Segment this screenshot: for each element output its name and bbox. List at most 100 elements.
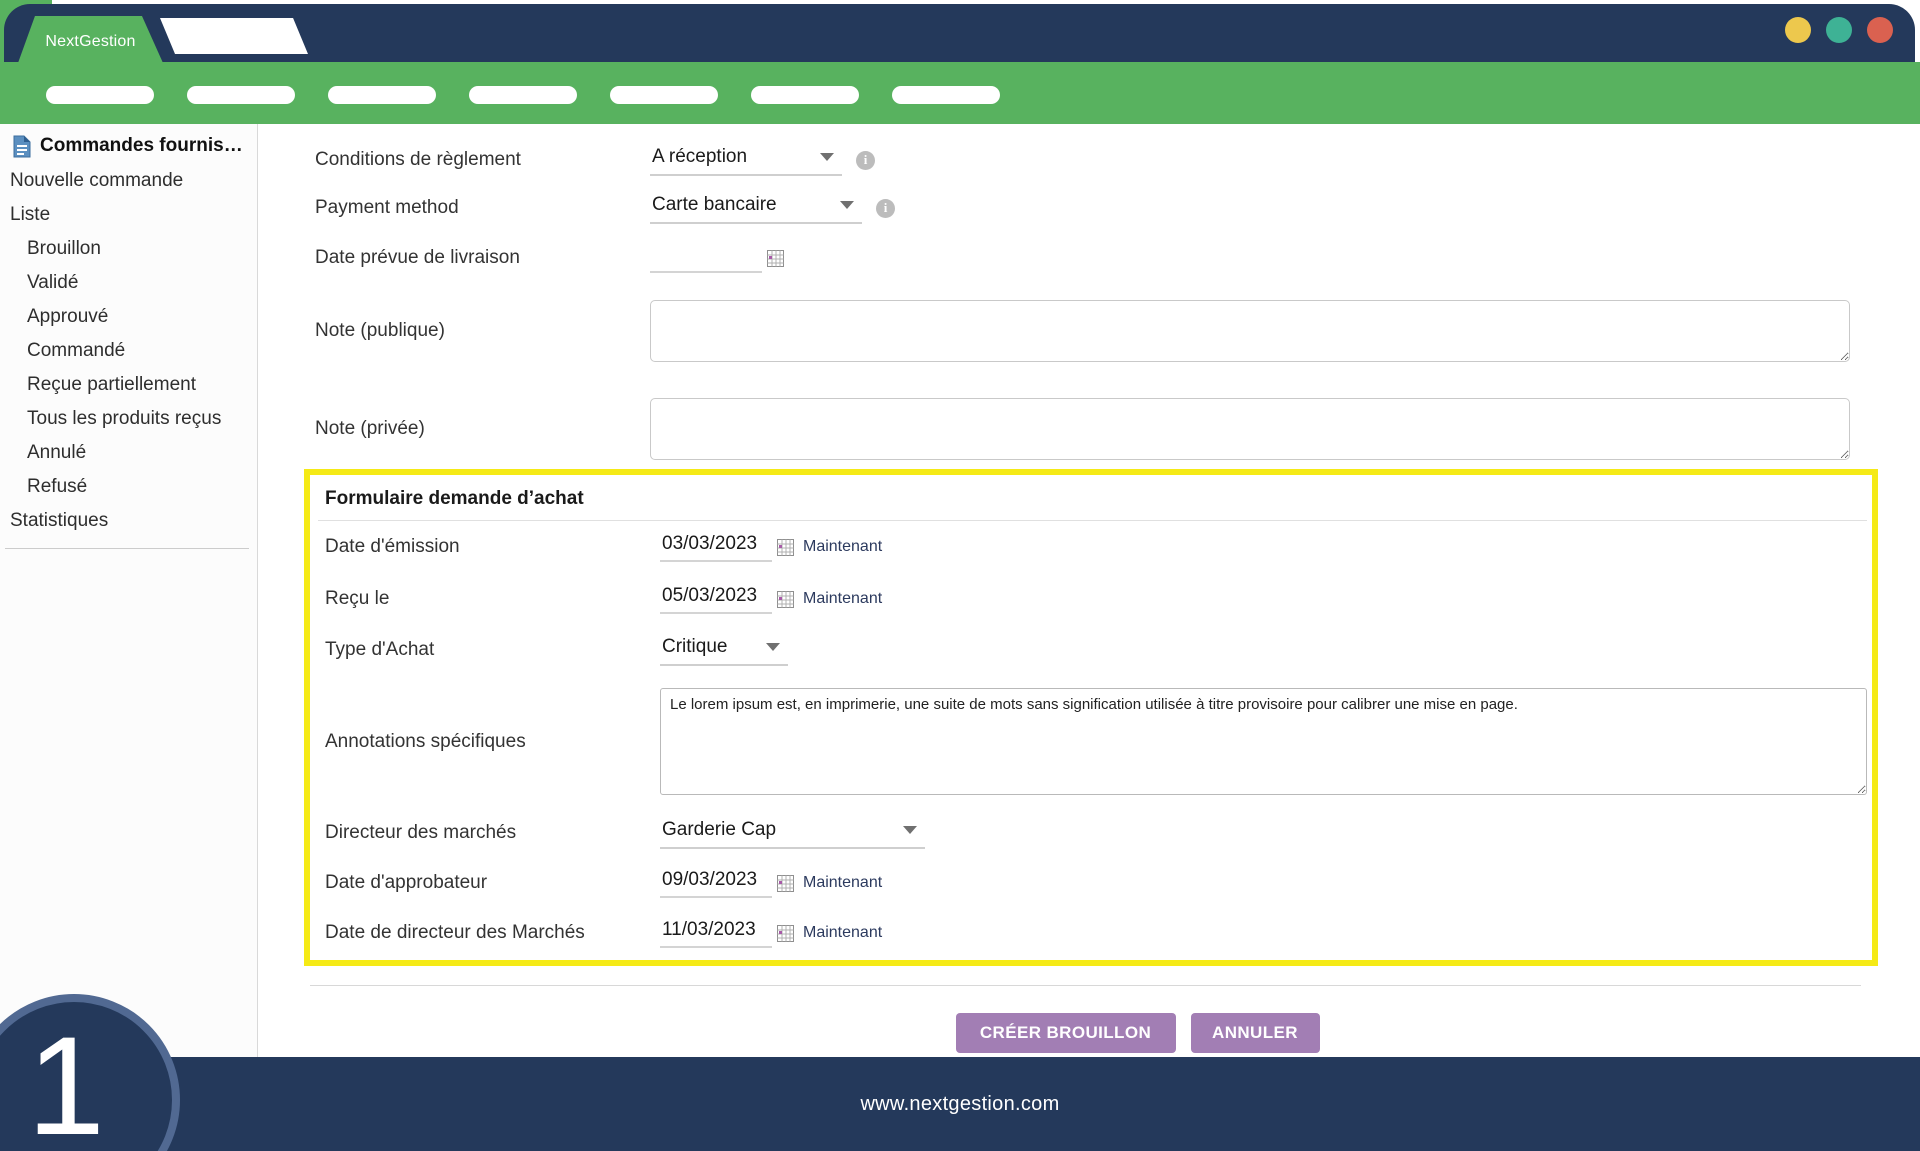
chevron-down-icon bbox=[766, 643, 780, 651]
close-dot-icon[interactable] bbox=[1867, 17, 1893, 43]
approver-date-label: Date d'approbateur bbox=[325, 872, 660, 894]
main-nav-bar bbox=[0, 62, 1920, 124]
sidebar-title: Commandes fournis… bbox=[0, 130, 257, 162]
payment-terms-select[interactable]: A réception bbox=[650, 144, 842, 176]
approver-date-row: Date d'approbateur 09/03/2023 bbox=[325, 858, 1867, 908]
chevron-down-icon bbox=[820, 153, 834, 161]
sidebar-item-refuse[interactable]: Refusé bbox=[0, 470, 257, 504]
sidebar-item-recue-partiellement[interactable]: Reçue partiellement bbox=[0, 368, 257, 402]
sidebar-item-tous-produits-recus[interactable]: Tous les produits reçus bbox=[0, 402, 257, 436]
nav-pill[interactable] bbox=[610, 86, 718, 104]
nav-pill-placeholders bbox=[46, 86, 1000, 104]
received-date-value: 05/03/2023 bbox=[662, 585, 757, 607]
sidebar-item-nouvelle-commande[interactable]: Nouvelle commande bbox=[0, 164, 257, 198]
nav-pill[interactable] bbox=[328, 86, 436, 104]
received-date-label: Reçu le bbox=[325, 588, 660, 610]
purchase-request-form-title: Formulaire demande d’achat bbox=[325, 483, 1867, 511]
received-date-row: Reçu le 05/03/2023 bbox=[325, 573, 1867, 625]
now-link[interactable]: Maintenant bbox=[803, 590, 882, 608]
app-window: NextGestion bbox=[0, 0, 1920, 1151]
note-public-textarea[interactable] bbox=[650, 300, 1850, 362]
form-actions: CRÉER BROUILLON ANNULER bbox=[367, 1013, 1908, 1053]
issue-date-label: Date d'émission bbox=[325, 536, 660, 558]
brand-name: NextGestion bbox=[45, 29, 135, 51]
received-date-input[interactable]: 05/03/2023 bbox=[660, 584, 772, 614]
payment-method-row: Payment method Carte bancaire i bbox=[315, 184, 1856, 232]
sidebar: Commandes fournis… Nouvelle commande Lis… bbox=[0, 124, 258, 1057]
sidebar-item-valide[interactable]: Validé bbox=[0, 266, 257, 300]
calendar-icon[interactable] bbox=[777, 925, 794, 942]
director-date-label: Date de directeur des Marchés bbox=[325, 922, 660, 944]
nav-pill[interactable] bbox=[187, 86, 295, 104]
footer-url: www.nextgestion.com bbox=[860, 1093, 1059, 1116]
market-director-value: Garderie Cap bbox=[662, 819, 776, 841]
payment-terms-row: Conditions de règlement A réception i bbox=[315, 136, 1856, 184]
purchase-type-select[interactable]: Critique bbox=[660, 634, 788, 666]
cancel-button[interactable]: ANNULER bbox=[1191, 1013, 1320, 1053]
form-footer-divider bbox=[310, 985, 1861, 986]
director-date-row: Date de directeur des Marchés 11/03/2023 bbox=[325, 908, 1867, 958]
issue-date-value: 03/03/2023 bbox=[662, 533, 757, 555]
note-private-row: Note (privée) bbox=[315, 398, 1856, 460]
brand-tab: NextGestion bbox=[18, 16, 163, 63]
note-private-textarea[interactable] bbox=[650, 398, 1850, 460]
maximize-dot-icon[interactable] bbox=[1826, 17, 1852, 43]
payment-method-label: Payment method bbox=[315, 197, 650, 219]
calendar-icon[interactable] bbox=[767, 250, 784, 267]
chevron-down-icon bbox=[903, 826, 917, 834]
annotations-row: Annotations spécifiques Le lorem ipsum e… bbox=[325, 675, 1867, 808]
nav-pill[interactable] bbox=[469, 86, 577, 104]
calendar-icon[interactable] bbox=[777, 875, 794, 892]
market-director-select[interactable]: Garderie Cap bbox=[660, 817, 925, 849]
purchase-type-row: Type d'Achat Critique bbox=[325, 625, 1867, 675]
window-controls bbox=[1785, 17, 1893, 43]
payment-terms-label: Conditions de règlement bbox=[315, 149, 650, 171]
note-public-label: Note (publique) bbox=[315, 320, 650, 342]
purchase-type-value: Critique bbox=[662, 636, 727, 658]
order-form: Conditions de règlement A réception i Pa… bbox=[258, 124, 1920, 1057]
issue-date-input[interactable]: 03/03/2023 bbox=[660, 532, 772, 562]
sidebar-title-label: Commandes fournis… bbox=[40, 135, 243, 157]
calendar-icon[interactable] bbox=[777, 539, 794, 556]
market-director-row: Directeur des marchés Garderie Cap bbox=[325, 808, 1867, 858]
annotations-label: Annotations spécifiques bbox=[325, 731, 660, 753]
sidebar-item-statistiques[interactable]: Statistiques bbox=[0, 504, 257, 538]
purchase-request-form-section: Formulaire demande d’achat Date d'émissi… bbox=[304, 469, 1878, 966]
minimize-dot-icon[interactable] bbox=[1785, 17, 1811, 43]
director-date-input[interactable]: 11/03/2023 bbox=[660, 918, 772, 948]
sidebar-item-commande[interactable]: Commandé bbox=[0, 334, 257, 368]
market-director-label: Directeur des marchés bbox=[325, 822, 660, 844]
payment-method-select[interactable]: Carte bancaire bbox=[650, 192, 862, 224]
approver-date-value: 09/03/2023 bbox=[662, 869, 757, 891]
create-draft-button[interactable]: CRÉER BROUILLON bbox=[956, 1013, 1176, 1053]
sidebar-item-approuve[interactable]: Approuvé bbox=[0, 300, 257, 334]
nav-pill[interactable] bbox=[892, 86, 1000, 104]
expected-delivery-input[interactable] bbox=[650, 243, 762, 273]
sidebar-divider bbox=[5, 548, 249, 549]
calendar-icon[interactable] bbox=[777, 591, 794, 608]
footer: www.nextgestion.com bbox=[0, 1057, 1920, 1151]
issue-date-row: Date d'émission 03/03/2023 bbox=[325, 521, 1867, 573]
document-icon bbox=[13, 135, 31, 158]
now-link[interactable]: Maintenant bbox=[803, 874, 882, 892]
nav-pill[interactable] bbox=[46, 86, 154, 104]
expected-delivery-row: Date prévue de livraison bbox=[315, 232, 1856, 284]
sidebar-item-annule[interactable]: Annulé bbox=[0, 436, 257, 470]
white-slant-decoration bbox=[160, 18, 308, 54]
info-icon[interactable]: i bbox=[856, 151, 875, 170]
now-link[interactable]: Maintenant bbox=[803, 924, 882, 942]
nav-pill[interactable] bbox=[751, 86, 859, 104]
note-public-row: Note (publique) bbox=[315, 300, 1856, 362]
purchase-type-label: Type d'Achat bbox=[325, 639, 660, 661]
director-date-value: 11/03/2023 bbox=[662, 919, 756, 941]
info-icon[interactable]: i bbox=[876, 199, 895, 218]
expected-delivery-label: Date prévue de livraison bbox=[315, 247, 650, 269]
sidebar-menu: Nouvelle commande Liste Brouillon Validé… bbox=[0, 164, 257, 538]
sidebar-item-brouillon[interactable]: Brouillon bbox=[0, 232, 257, 266]
payment-terms-value: A réception bbox=[652, 146, 747, 168]
step-number: 1 bbox=[27, 1016, 105, 1151]
approver-date-input[interactable]: 09/03/2023 bbox=[660, 868, 772, 898]
sidebar-item-liste[interactable]: Liste bbox=[0, 198, 257, 232]
now-link[interactable]: Maintenant bbox=[803, 538, 882, 556]
annotations-textarea[interactable]: Le lorem ipsum est, en imprimerie, une s… bbox=[660, 688, 1867, 795]
